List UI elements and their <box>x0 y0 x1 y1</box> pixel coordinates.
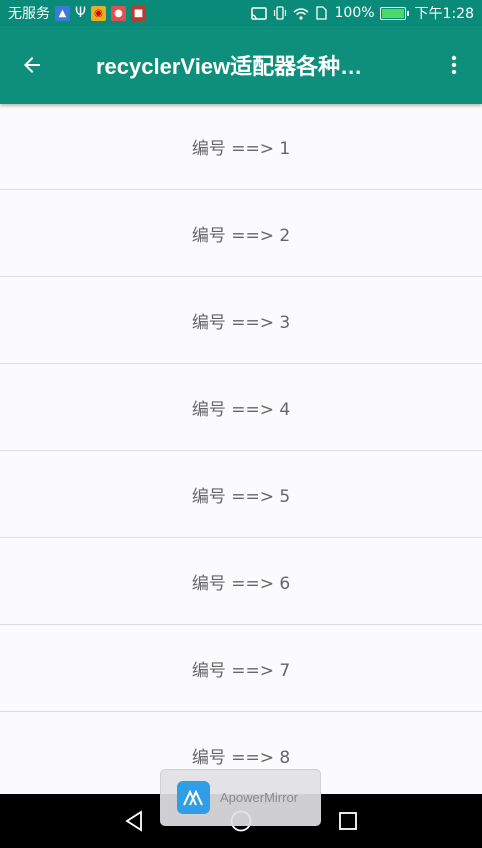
app-screen: 无服务 ▲ Ψ ◉ ● ■ 100% 下午1:28 recyclerView适配… <box>0 0 482 848</box>
list-item-label: 编号 ==> 4 <box>191 399 291 420</box>
weibo-app-icon: ◉ <box>91 5 107 21</box>
back-button[interactable] <box>0 26 64 104</box>
list-item[interactable]: 编号 ==> 7 <box>0 625 482 712</box>
status-bar-right: 100% 下午1:28 <box>250 3 474 23</box>
list-item-label: 编号 ==> 8 <box>191 747 291 768</box>
wifi-icon <box>293 6 309 20</box>
triangle-back-icon <box>124 810 142 832</box>
list-item[interactable]: 编号 ==> 1 <box>0 104 482 190</box>
nav-back-button[interactable] <box>114 801 154 841</box>
battery-percent: 100% <box>334 5 375 21</box>
list-item[interactable]: 编号 ==> 2 <box>0 190 482 277</box>
apowermirror-overlay[interactable]: ApowerMirror <box>160 769 321 826</box>
page-title: recyclerView适配器各种… <box>96 54 363 79</box>
list-item[interactable]: 编号 ==> 6 <box>0 538 482 625</box>
app-toolbar: recyclerView适配器各种… <box>0 26 482 104</box>
list-item-label: 编号 ==> 5 <box>191 486 291 507</box>
recycler-list[interactable]: 编号 ==> 1 编号 ==> 2 编号 ==> 3 编号 ==> 4 编号 ==> 5… <box>0 104 482 794</box>
apowermirror-label: ApowerMirror <box>220 790 299 805</box>
status-bar: 无服务 ▲ Ψ ◉ ● ■ 100% 下午1:28 <box>0 0 482 26</box>
overflow-menu-button[interactable] <box>426 26 482 104</box>
list-item[interactable]: 编号 ==> 3 <box>0 277 482 364</box>
clock: 下午1:28 <box>414 6 474 22</box>
status-bar-left: 无服务 ▲ Ψ ◉ ● ■ <box>8 3 251 23</box>
sim-icon <box>314 6 330 20</box>
list-item-label: 编号 ==> 7 <box>191 660 291 681</box>
vibrate-icon <box>272 6 288 20</box>
battery-icon <box>379 6 409 20</box>
list-item-label: 编号 ==> 2 <box>191 225 291 246</box>
usb-icon: Ψ <box>75 5 87 21</box>
location-app-icon: ● <box>111 5 127 21</box>
list-item-label: 编号 ==> 3 <box>191 312 291 333</box>
arrow-back-icon <box>24 57 40 73</box>
carrier-text: 无服务 <box>8 6 50 22</box>
gallery-app-icon: ▲ <box>55 5 70 21</box>
news-app-icon: ■ <box>131 5 147 21</box>
apowermirror-logo-icon <box>177 781 210 814</box>
cast-icon <box>250 6 267 20</box>
list-item-label: 编号 ==> 1 <box>191 139 291 159</box>
nav-recents-button[interactable] <box>328 801 368 841</box>
list-item[interactable]: 编号 ==> 4 <box>0 364 482 451</box>
list-item[interactable]: 编号 ==> 5 <box>0 451 482 538</box>
more-vert-icon <box>451 55 457 75</box>
list-item-label: 编号 ==> 6 <box>191 573 291 594</box>
square-recents-icon <box>339 812 358 830</box>
